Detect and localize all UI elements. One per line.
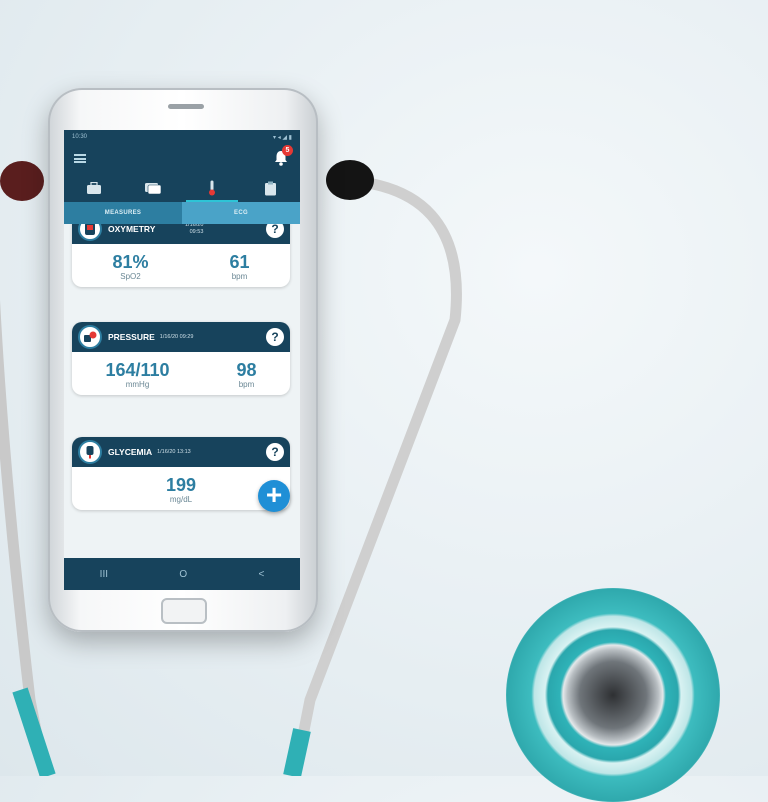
tab-thermometer[interactable] [185,180,238,202]
back-button[interactable]: < [258,569,264,580]
metric-unit: mg/dL [169,495,193,504]
metric-unit: bpm [231,272,248,281]
measures-list[interactable]: OXYMETRY 1/16/20 09:53 ? 81% SpO2 61 bpm [64,224,300,558]
clipboard-icon [265,181,276,195]
pressure-metric: 164/110 mmHg [105,360,169,389]
pressure-card[interactable]: PRESSURE 1/16/20 09:29 ? 164/110 mmHg 98… [72,322,290,395]
stethoscope-chestpiece [506,588,720,802]
notification-badge: 5 [282,145,293,156]
status-time: 10:30 [72,134,88,140]
chat-icon [144,182,161,194]
pulse-metric: 61 bpm [229,252,249,281]
metric-unit: bpm [238,380,255,389]
metric-value: 81% [112,252,149,272]
status-icons: ▾ ◂ ◢ ▮ [273,134,292,141]
app-bar: 5 [64,144,300,174]
add-measure-button[interactable]: + [258,480,290,512]
metric-unit: mmHg [125,380,150,389]
tab-clipboard[interactable] [261,180,281,196]
spo2-metric: 81% SpO2 [112,252,148,281]
oximeter-icon [78,224,102,241]
icon-tab-bar [64,174,300,202]
card-date: 1/16/20 09:53 [185,224,204,235]
help-button[interactable]: ? [266,224,284,238]
oxymetry-card[interactable]: OXYMETRY 1/16/20 09:53 ? 81% SpO2 61 bpm [72,224,290,287]
tab-measures[interactable]: MEASURES [64,202,182,224]
thermometer-icon [208,180,215,196]
pulse-metric: 98 bpm [236,360,256,389]
glucometer-icon [78,440,102,464]
card-header: PRESSURE 1/16/20 09:29 ? [72,322,290,352]
measure-tab-bar: MEASURES ECG [64,202,300,224]
card-date: 1/16/20 09:29 [159,333,194,340]
card-header: OXYMETRY 1/16/20 09:53 ? [72,224,290,244]
card-date: 1/16/20 13:13 [157,448,191,455]
tab-messages[interactable] [143,180,163,196]
card-metrics: 81% SpO2 61 bpm [72,244,290,287]
hamburger-menu-icon[interactable] [74,154,86,163]
briefcase-icon [86,181,101,194]
glucose-metric: 199 mg/dL [166,475,196,504]
phone-earpiece [168,104,204,109]
tab-briefcase[interactable] [84,180,104,196]
card-metrics: 164/110 mmHg 98 bpm [72,352,290,395]
phone-screen: 10:30 ▾ ◂ ◢ ▮ 5 MEASURES ECG OXYMETRY 1/… [64,130,300,590]
card-title: PRESSURE [108,332,155,342]
tab-ecg[interactable]: ECG [182,202,300,224]
card-header: GLYCEMIA 1/16/20 13:13 ? [72,437,290,467]
system-nav-bar: III O < [64,558,300,590]
recents-button[interactable]: III [100,569,108,580]
metric-value: 199 [165,475,197,495]
home-button[interactable]: O [179,569,187,580]
phone-home-button[interactable] [161,598,207,624]
metric-value: 61 [229,252,250,272]
card-title: GLYCEMIA [108,447,153,457]
help-button[interactable]: ? [266,328,284,346]
card-metrics: 199 mg/dL [72,467,290,510]
help-button[interactable]: ? [266,443,284,461]
blood-pressure-icon [78,325,102,349]
metric-value: 98 [236,360,257,380]
metric-value: 164/110 [105,360,170,380]
metric-unit: SpO2 [120,272,141,281]
phone-device: 10:30 ▾ ◂ ◢ ▮ 5 MEASURES ECG OXYMETRY 1/… [48,88,318,632]
card-title: OXYMETRY [108,224,156,234]
status-bar: 10:30 ▾ ◂ ◢ ▮ [64,130,300,144]
